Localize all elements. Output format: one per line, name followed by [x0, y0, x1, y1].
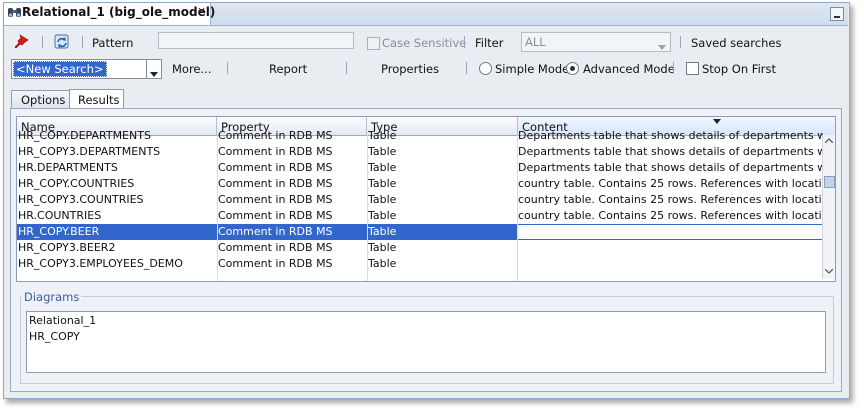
cell-content: Departments table that shows details of … — [518, 161, 823, 174]
binoculars-icon — [7, 6, 22, 22]
cell-property: Comment in RDB MS — [218, 241, 333, 254]
filter-select-value: ALL — [525, 35, 546, 49]
sort-desc-icon — [713, 119, 721, 124]
advanced-mode-label: Advanced Mode — [583, 62, 675, 76]
cell-property: Comment in RDB MS — [218, 161, 333, 174]
toolbar-separator — [227, 62, 228, 74]
scroll-up-icon[interactable] — [825, 138, 833, 143]
search-combo-value[interactable]: <New Search> — [13, 61, 107, 77]
diagram-item[interactable]: HR_COPY — [29, 330, 80, 343]
content-cell-focus — [517, 224, 825, 240]
cell-name: HR_COPY3.DEPARTMENTS — [18, 145, 161, 158]
table-row[interactable]: HR_COPY3.EMPLOYEES_DEMO Comment in RDB MS… — [17, 256, 823, 272]
cell-content: country table. Contains 25 rows. Referen… — [518, 193, 823, 206]
cell-name: HR.COUNTRIES — [18, 209, 102, 222]
toolbar-separator — [680, 36, 681, 48]
cell-content: Departments table that shows details of … — [518, 129, 823, 142]
tab-options-label: Options — [21, 93, 66, 107]
scroll-down-icon[interactable] — [825, 269, 833, 274]
table-row[interactable]: HR.DEPARTMENTS Comment in RDB MS Table Depa… — [17, 160, 823, 176]
cell-name: HR_COPY.DEPARTMENTS — [18, 129, 151, 142]
cell-content: country table. Contains 25 rows. Referen… — [518, 209, 823, 222]
combo-divider — [146, 60, 147, 78]
cell-type: Table — [368, 129, 397, 142]
cell-type: Table — [368, 145, 397, 158]
pattern-input[interactable] — [158, 32, 354, 49]
cell-type: Table — [368, 241, 397, 254]
pin-icon[interactable] — [14, 34, 30, 53]
simple-mode-radio[interactable] — [479, 62, 492, 75]
toolbar-separator — [346, 62, 347, 74]
cell-name: HR_COPY.COUNTRIES — [18, 177, 135, 190]
cell-name: HR_COPY3.BEER2 — [18, 241, 116, 254]
cell-name: HR.DEPARTMENTS — [18, 161, 118, 174]
cell-content: Departments table that shows details of … — [518, 145, 823, 158]
toolbar-separator — [673, 62, 674, 74]
table-row[interactable]: HR_COPY3.COUNTRIES Comment in RDB MS Table… — [17, 192, 823, 208]
search-combo[interactable]: <New Search> — [11, 59, 162, 79]
cell-property: Comment in RDB MS — [218, 225, 333, 238]
cell-property: Comment in RDB MS — [218, 129, 333, 142]
document-tab-title: Relational_1 (big_ole_model) — [22, 5, 216, 19]
cell-type: Table — [368, 225, 397, 238]
saved-searches-link[interactable]: Saved searches — [691, 36, 781, 50]
cell-property: Comment in RDB MS — [218, 193, 333, 206]
diagram-item[interactable]: Relational_1 — [29, 314, 96, 327]
column-divider — [217, 135, 218, 281]
scrollbar-thumb[interactable] — [824, 176, 835, 188]
filter-label: Filter — [475, 36, 504, 50]
tab-results[interactable]: Results — [69, 89, 124, 109]
diagrams-list[interactable]: Relational_1 HR_COPY — [26, 311, 826, 373]
close-tab-icon[interactable]: × — [197, 4, 206, 17]
chevron-down-icon — [658, 39, 666, 53]
cell-type: Table — [368, 161, 397, 174]
refresh-icon[interactable] — [53, 33, 71, 54]
filter-select[interactable]: ALL — [521, 32, 671, 52]
properties-button[interactable]: Properties — [381, 62, 439, 76]
table-row[interactable]: HR.COUNTRIES Comment in RDB MS Table countr… — [17, 208, 823, 224]
toolbar-separator — [42, 36, 43, 48]
cell-name: HR_COPY3.EMPLOYEES_DEMO — [18, 257, 183, 270]
cell-type: Table — [368, 193, 397, 206]
cell-type: Table — [368, 257, 397, 270]
results-table[interactable]: Name Property Type Content HR_COPY.DEPAR… — [16, 116, 836, 282]
toolbar-separator — [466, 62, 467, 74]
cell-property: Comment in RDB MS — [218, 177, 333, 190]
cell-name: HR_COPY3.COUNTRIES — [18, 193, 144, 206]
column-divider — [517, 135, 518, 281]
column-divider — [367, 135, 368, 281]
toolbar-separator — [464, 36, 465, 48]
pattern-label: Pattern — [92, 36, 134, 50]
minimize-icon[interactable] — [830, 7, 844, 21]
cell-type: Table — [368, 177, 397, 190]
cell-content: country table. Contains 25 rows. Referen… — [518, 177, 823, 190]
stop-on-first-label: Stop On First — [702, 62, 776, 76]
case-sensitive-label: Case Sensitive — [382, 36, 467, 50]
simple-mode-label: Simple Mode — [495, 62, 570, 76]
table-row[interactable]: HR_COPY.DEPARTMENTS Comment in RDB MS Tabl… — [17, 128, 823, 144]
case-sensitive-checkbox[interactable] — [367, 37, 380, 50]
table-row-selected[interactable]: HR_COPY.BEER Comment in RDB MS Table — [17, 224, 825, 240]
diagrams-title: Diagrams — [22, 290, 82, 304]
report-button[interactable]: Report — [269, 62, 307, 76]
advanced-mode-radio[interactable] — [566, 62, 579, 75]
cell-type: Table — [368, 209, 397, 222]
cell-property: Comment in RDB MS — [218, 209, 333, 222]
more-button[interactable]: More... — [172, 62, 211, 76]
tab-results-label: Results — [78, 93, 120, 107]
table-row[interactable]: HR_COPY3.DEPARTMENTS Comment in RDB MS Tab… — [17, 144, 823, 160]
cell-property: Comment in RDB MS — [218, 145, 333, 158]
cell-property: Comment in RDB MS — [218, 257, 333, 270]
stop-on-first-checkbox[interactable] — [686, 62, 699, 75]
cell-name: HR_COPY.BEER — [18, 225, 100, 238]
combo-arrow-icon[interactable] — [150, 66, 158, 80]
table-row[interactable]: HR_COPY3.BEER2 Comment in RDB MS Table — [17, 240, 823, 256]
toolbar-separator — [82, 36, 83, 48]
tab-options[interactable]: Options — [11, 90, 70, 108]
table-row[interactable]: HR_COPY.COUNTRIES Comment in RDB MS Table c… — [17, 176, 823, 192]
vertical-scrollbar[interactable] — [822, 135, 835, 279]
